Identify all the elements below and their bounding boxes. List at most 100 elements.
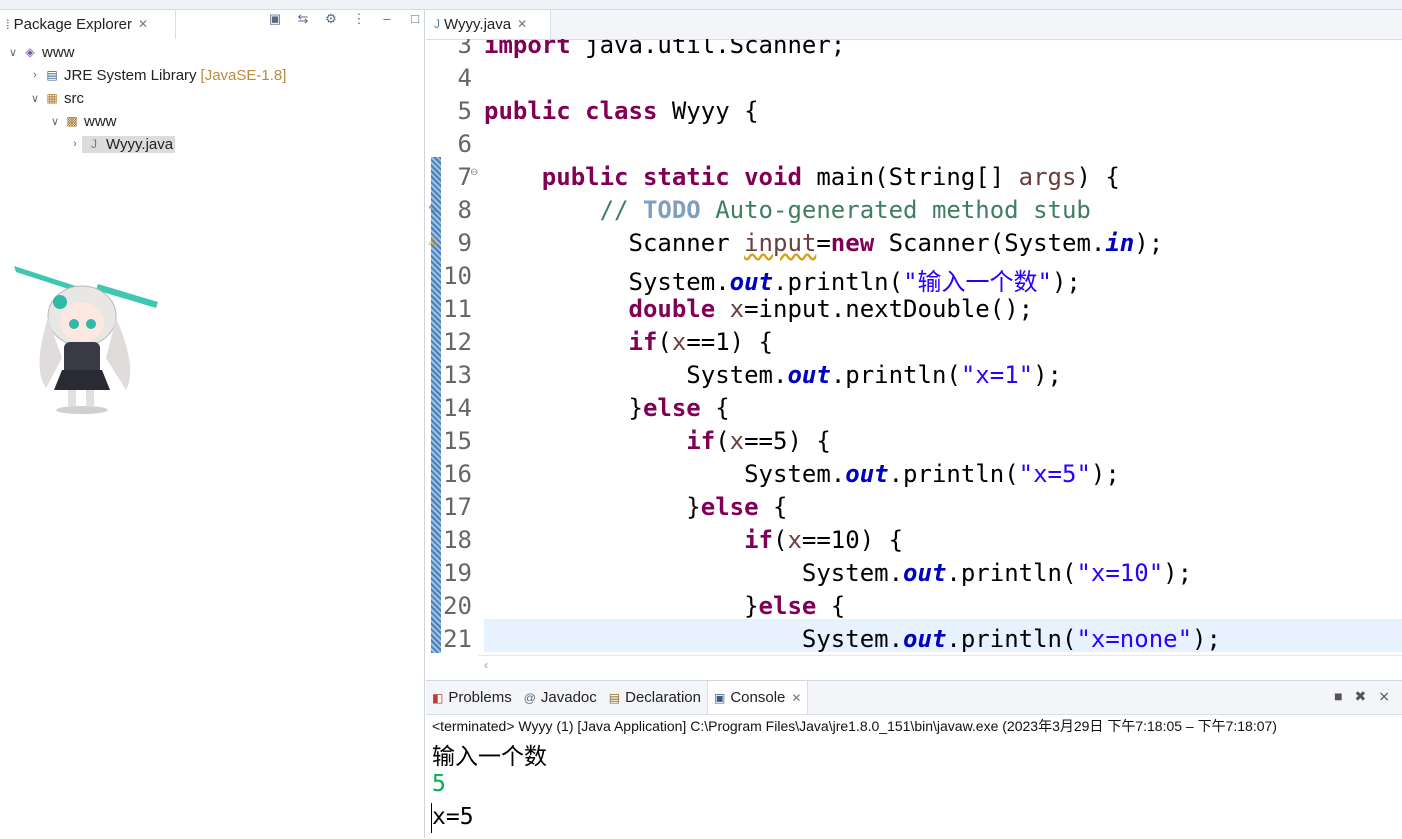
code-line-20: }else { bbox=[744, 592, 846, 620]
mascot-sprite bbox=[14, 266, 158, 414]
tree-item-label: www bbox=[42, 43, 75, 61]
code-line-11: double x=input.nextDouble(); bbox=[628, 295, 1034, 323]
remove-launch-icon[interactable]: ✖ bbox=[1355, 688, 1367, 705]
tab-declaration[interactable]: ▤ Declaration bbox=[603, 681, 707, 714]
console-toolbar: ■ ✖ ⨯ bbox=[1334, 688, 1390, 705]
package-explorer-view: ⁞ Package Explorer ✕ ▣ ⇆ ⚙ ⋮ – □ ∨ ◈ www… bbox=[0, 0, 425, 838]
tree-item-label: Wyyy.java bbox=[106, 135, 174, 153]
task-marker-icon: ✎ bbox=[428, 204, 438, 216]
console-input-line: 5 bbox=[432, 771, 446, 797]
tab-package-explorer[interactable]: ⁞ Package Explorer ✕ bbox=[0, 9, 176, 39]
maximize-icon[interactable]: □ bbox=[408, 11, 422, 27]
code-line-15: if(x==5) { bbox=[686, 427, 831, 455]
text-caret bbox=[431, 803, 432, 833]
code-line-3: import java.util.Scanner; bbox=[484, 39, 846, 59]
code-line-14: }else { bbox=[628, 394, 730, 422]
package-icon: ▩ bbox=[66, 114, 78, 128]
tab-label: Declaration bbox=[625, 689, 701, 706]
console-output-line: 输入一个数 bbox=[432, 744, 547, 770]
tree-item-wyyy-java[interactable]: › J Wyyy.java bbox=[68, 133, 176, 155]
view-menu-icon[interactable]: ⋮ bbox=[352, 11, 366, 27]
javadoc-icon: @ bbox=[523, 690, 536, 705]
console-icon: ▣ bbox=[713, 690, 726, 705]
code-line-17: }else { bbox=[686, 493, 788, 521]
code-line-13: System.out.println("x=1"); bbox=[686, 361, 1063, 389]
code-line-12: if(x==1) { bbox=[628, 328, 774, 356]
line-number: 11 bbox=[443, 295, 472, 323]
explorer-toolbar: ▣ ⇆ ⚙ ⋮ – □ bbox=[268, 11, 422, 27]
jre-version-decoration: [JavaSE-1.8] bbox=[200, 66, 287, 84]
tree-item-label: src bbox=[64, 89, 84, 107]
tab-label: Javadoc bbox=[540, 689, 597, 706]
editor-tab-bar: J Wyyy.java ✕ bbox=[426, 9, 1402, 40]
warning-marker-icon: ⚠ bbox=[428, 236, 438, 248]
code-line-16: System.out.println("x=5"); bbox=[744, 460, 1120, 488]
tab-wyyy-java[interactable]: J Wyyy.java ✕ bbox=[426, 9, 551, 39]
line-number: 20 bbox=[443, 592, 472, 620]
chevron-right-icon[interactable]: › bbox=[28, 69, 42, 81]
bottom-tab-bar: ◧ Problems @ Javadoc ▤ Declaration ▣ Con… bbox=[426, 681, 1402, 715]
filters-icon[interactable]: ⚙ bbox=[324, 11, 338, 27]
tree-item-package-www[interactable]: ∨ ▩ www bbox=[48, 110, 117, 132]
tree-item-src[interactable]: ∨ ▦ src bbox=[28, 87, 84, 109]
line-number: 21 bbox=[443, 625, 472, 653]
terminate-icon[interactable]: ■ bbox=[1334, 688, 1342, 705]
chevron-down-icon[interactable]: ∨ bbox=[48, 115, 62, 128]
line-number: 15 bbox=[443, 427, 472, 455]
tab-label: Package Explorer bbox=[13, 15, 133, 33]
line-number: 3 bbox=[457, 39, 472, 59]
declaration-icon: ▤ bbox=[608, 690, 621, 705]
console-output-line: x=5 bbox=[432, 804, 474, 830]
source-folder-icon: ▦ bbox=[46, 91, 58, 105]
scroll-left-icon[interactable]: ‹ bbox=[484, 658, 488, 672]
line-number: 5 bbox=[457, 97, 472, 125]
problems-icon: ◧ bbox=[432, 690, 444, 705]
java-editor: J Wyyy.java ✕ ⊖ ✎ ⚠ 3 4 5 6 7 8 9 10 11 … bbox=[426, 9, 1402, 677]
line-number: 13 bbox=[443, 361, 472, 389]
tree-item-label: JRE System Library bbox=[64, 66, 197, 84]
java-file-icon: J bbox=[91, 137, 97, 151]
console-status-line: <terminated> Wyyy (1) [Java Application]… bbox=[432, 718, 1277, 734]
horizontal-scrollbar[interactable]: ‹ bbox=[478, 655, 1402, 674]
line-number: 6 bbox=[457, 130, 472, 158]
collapse-all-icon[interactable]: ▣ bbox=[268, 11, 282, 27]
remove-all-terminated-icon[interactable]: ⨯ bbox=[1378, 688, 1390, 705]
minimize-icon[interactable]: – bbox=[380, 11, 394, 27]
line-number: 9 bbox=[457, 229, 472, 257]
tab-problems[interactable]: ◧ Problems bbox=[426, 681, 518, 714]
line-number: 18 bbox=[443, 526, 472, 554]
chevron-down-icon[interactable]: ∨ bbox=[6, 46, 20, 59]
link-with-editor-icon[interactable]: ⇆ bbox=[296, 11, 310, 27]
tree-item-project-www[interactable]: ∨ ◈ www bbox=[6, 41, 75, 63]
line-number: 14 bbox=[443, 394, 472, 422]
tab-label: Console bbox=[730, 689, 786, 706]
close-icon[interactable]: ✕ bbox=[517, 17, 527, 31]
bottom-panel: ◧ Problems @ Javadoc ▤ Declaration ▣ Con… bbox=[426, 680, 1402, 839]
selected-item: J Wyyy.java bbox=[82, 135, 176, 153]
line-number: 12 bbox=[443, 328, 472, 356]
line-number: 8 bbox=[457, 196, 472, 224]
java-file-icon: J bbox=[434, 17, 440, 31]
close-icon[interactable]: ✕ bbox=[791, 691, 801, 705]
code-line-7: public static void main(String[] args) { bbox=[541, 163, 1120, 191]
line-number: 7 bbox=[457, 163, 472, 191]
library-icon: ▤ bbox=[46, 68, 58, 82]
code-area[interactable]: ⊖ ✎ ⚠ 3 4 5 6 7 8 9 10 11 12 13 14 15 16… bbox=[426, 39, 1402, 653]
line-number: 19 bbox=[443, 559, 472, 587]
tab-javadoc[interactable]: @ Javadoc bbox=[518, 681, 603, 714]
tab-console[interactable]: ▣ Console ✕ bbox=[706, 681, 809, 714]
code-line-5: public class Wyyy { bbox=[484, 97, 759, 125]
chevron-down-icon[interactable]: ∨ bbox=[28, 92, 42, 105]
chevron-right-icon[interactable]: › bbox=[68, 138, 82, 150]
code-line-18: if(x==10) { bbox=[744, 526, 904, 554]
code-line-10: System.out.println("输入一个数"); bbox=[628, 268, 1081, 296]
line-number: 16 bbox=[443, 460, 472, 488]
line-number: 17 bbox=[443, 493, 472, 521]
code-line-9: Scanner input=new Scanner(System.in); bbox=[628, 229, 1164, 257]
code-line-21: System.out.println("x=none"); bbox=[801, 625, 1221, 653]
tree-item-jre-library[interactable]: › ▤ JRE System Library [JavaSE-1.8] bbox=[28, 64, 286, 86]
change-ruler bbox=[431, 157, 441, 653]
close-icon[interactable]: ✕ bbox=[138, 17, 148, 31]
tab-label: Wyyy.java bbox=[444, 15, 512, 33]
package-explorer-icon: ⁞ bbox=[6, 16, 10, 32]
